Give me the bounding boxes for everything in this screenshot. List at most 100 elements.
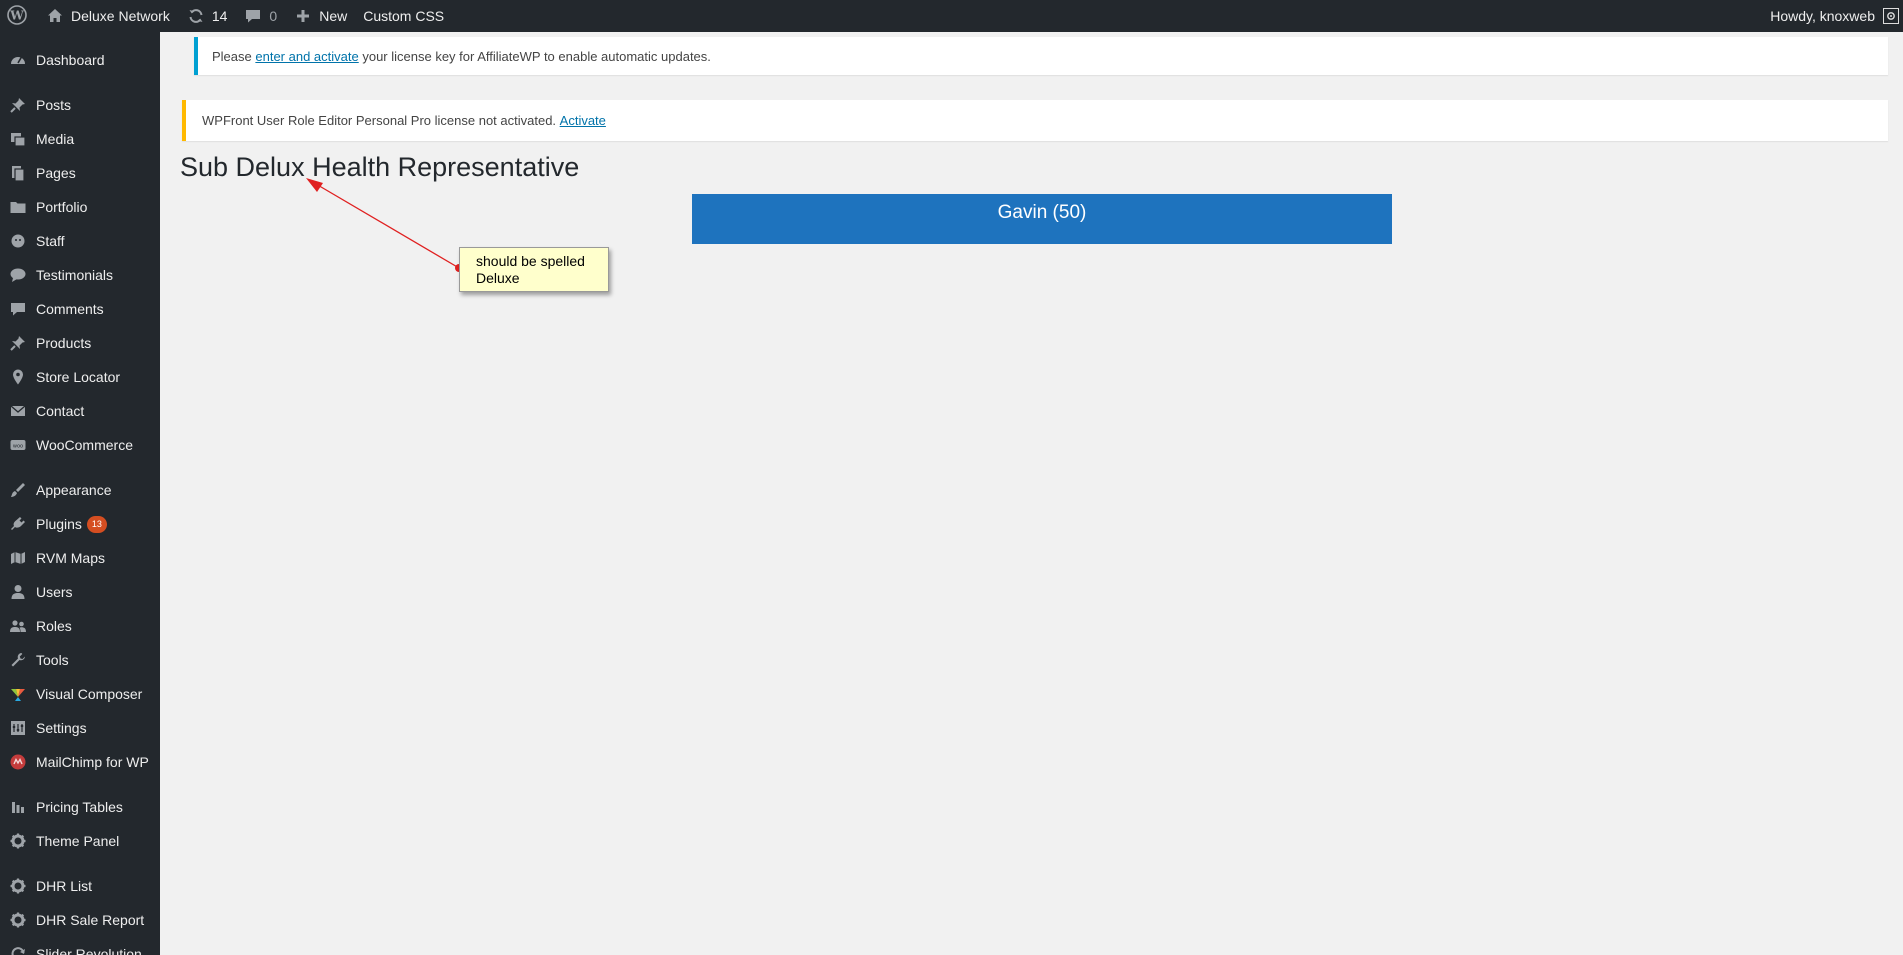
sidebar-item-label: Slider Revolution bbox=[36, 946, 142, 955]
sidebar-item-store-locator[interactable]: Store Locator bbox=[0, 360, 160, 394]
page-title: Sub Delux Health Representative bbox=[180, 152, 580, 182]
custom-css-label: Custom CSS bbox=[363, 8, 445, 24]
envelope-icon bbox=[8, 401, 28, 421]
comments-menu[interactable]: 0 bbox=[235, 0, 285, 32]
sidebar-item-pages[interactable]: Pages bbox=[0, 156, 160, 190]
sidebar-item-label: RVM Maps bbox=[36, 550, 105, 566]
sidebar-item-media[interactable]: Media bbox=[0, 122, 160, 156]
sidebar-item-dhr-sale-report[interactable]: DHR Sale Report bbox=[0, 903, 160, 937]
admin-bar: W Deluxe Network 14 0 New Custom CSS How… bbox=[0, 0, 1903, 32]
annotation-note: should be spelled Deluxe bbox=[459, 247, 609, 292]
refresh-icon bbox=[8, 944, 28, 955]
howdy-label: Howdy, knoxweb bbox=[1770, 8, 1875, 24]
sidebar-item-label: Tools bbox=[36, 652, 69, 668]
sidebar-item-label: Store Locator bbox=[36, 369, 121, 385]
mailchimp-icon bbox=[8, 752, 28, 772]
sidebar-item-label: Contact bbox=[36, 403, 85, 419]
sidebar-item-visual-composer[interactable]: Visual Composer bbox=[0, 677, 160, 711]
sidebar-item-pricing-tables[interactable]: Pricing Tables bbox=[0, 790, 160, 824]
sidebar-item-slider-revolution[interactable]: Slider Revolution bbox=[0, 937, 160, 955]
sidebar-item-woocommerce[interactable]: woo WooCommerce bbox=[0, 428, 160, 462]
sidebar-item-users[interactable]: Users bbox=[0, 575, 160, 609]
gear-icon bbox=[8, 831, 28, 851]
comment-icon bbox=[8, 299, 28, 319]
sidebar-item-rvm-maps[interactable]: RVM Maps bbox=[0, 541, 160, 575]
updates-count: 14 bbox=[211, 8, 228, 24]
media-icon bbox=[8, 129, 28, 149]
my-account-menu[interactable]: Howdy, knoxweb bbox=[1762, 0, 1903, 32]
group-icon bbox=[8, 616, 28, 636]
annotation-text: should be spelled Deluxe bbox=[476, 253, 585, 286]
sidebar-item-comments[interactable]: Comments bbox=[0, 292, 160, 326]
sidebar-item-contact[interactable]: Contact bbox=[0, 394, 160, 428]
sidebar-item-label: Portfolio bbox=[36, 199, 88, 215]
wordpress-logo-menu[interactable]: W bbox=[0, 0, 37, 32]
representative-bar: Gavin (50) bbox=[692, 194, 1392, 244]
representative-label: Gavin (50) bbox=[997, 202, 1087, 223]
new-content-menu[interactable]: New bbox=[285, 0, 355, 32]
sidebar-item-label: Staff bbox=[36, 233, 65, 249]
sidebar-item-dashboard[interactable]: Dashboard bbox=[0, 43, 160, 77]
folder-icon bbox=[8, 197, 28, 217]
sidebar-item-label: Testimonials bbox=[36, 267, 114, 283]
enter-and-activate-link[interactable]: enter and activate bbox=[255, 49, 358, 64]
plugin-icon bbox=[8, 514, 28, 534]
dashboard-icon bbox=[8, 50, 28, 70]
gear-icon bbox=[8, 910, 28, 930]
updates-icon bbox=[186, 6, 206, 26]
comments-count: 0 bbox=[269, 8, 278, 24]
bar-chart-icon bbox=[8, 797, 28, 817]
site-name-label: Deluxe Network bbox=[71, 8, 170, 24]
speech-bubbles-icon bbox=[8, 265, 28, 285]
sidebar-item-portfolio[interactable]: Portfolio bbox=[0, 190, 160, 224]
sidebar-item-appearance[interactable]: Appearance bbox=[0, 473, 160, 507]
affiliatewp-license-notice: Please enter and activate your license k… bbox=[194, 37, 1888, 75]
sidebar-item-theme-panel[interactable]: Theme Panel bbox=[0, 824, 160, 858]
sidebar-item-dhr-list[interactable]: DHR List bbox=[0, 869, 160, 903]
notice-suffix: your license key for AffiliateWP to enab… bbox=[358, 48, 711, 64]
notice-text: WPFront User Role Editor Personal Pro li… bbox=[202, 113, 560, 128]
sidebar-item-label: Plugins bbox=[36, 516, 82, 532]
sidebar-item-label: DHR Sale Report bbox=[36, 912, 145, 928]
sidebar-item-settings[interactable]: Settings bbox=[0, 711, 160, 745]
pin-icon bbox=[8, 95, 28, 115]
sidebar-item-testimonials[interactable]: Testimonials bbox=[0, 258, 160, 292]
sidebar-item-products[interactable]: Products bbox=[0, 326, 160, 360]
admin-sidebar-menu: Dashboard Posts Media Pages Portfolio St… bbox=[0, 32, 160, 955]
sidebar-item-label: Products bbox=[36, 335, 92, 351]
location-pin-icon bbox=[8, 367, 28, 387]
updates-menu[interactable]: 14 bbox=[178, 0, 236, 32]
sidebar-item-mailchimp[interactable]: MailChimp for WP bbox=[0, 745, 160, 779]
pin-icon bbox=[8, 333, 28, 353]
sidebar-item-roles[interactable]: Roles bbox=[0, 609, 160, 643]
sidebar-item-label: Pages bbox=[36, 165, 76, 181]
plus-icon bbox=[293, 6, 313, 26]
sidebar-item-label: Comments bbox=[36, 301, 104, 317]
sidebar-item-plugins[interactable]: Plugins 13 bbox=[0, 507, 160, 541]
site-name-menu[interactable]: Deluxe Network bbox=[37, 0, 178, 32]
sidebar-item-label: Roles bbox=[36, 618, 72, 634]
avatar bbox=[1883, 8, 1899, 24]
sidebar-item-posts[interactable]: Posts bbox=[0, 88, 160, 122]
wrench-icon bbox=[8, 650, 28, 670]
custom-css-link[interactable]: Custom CSS bbox=[355, 0, 452, 32]
sidebar-item-tools[interactable]: Tools bbox=[0, 643, 160, 677]
comment-icon bbox=[243, 6, 263, 26]
wordpress-logo-icon: W bbox=[7, 4, 27, 28]
sidebar-item-label: MailChimp for WP bbox=[36, 754, 149, 770]
gear-icon bbox=[8, 876, 28, 896]
sidebar-item-label: Visual Composer bbox=[36, 686, 143, 702]
sidebar-item-label: WooCommerce bbox=[36, 437, 133, 453]
paintbrush-icon bbox=[8, 480, 28, 500]
sidebar-item-label: Posts bbox=[36, 97, 72, 113]
sidebar-item-staff[interactable]: Staff bbox=[0, 224, 160, 258]
main-content: Please enter and activate your license k… bbox=[160, 32, 1903, 955]
woocommerce-icon: woo bbox=[8, 435, 28, 455]
sidebar-item-label: Dashboard bbox=[36, 52, 105, 68]
wpfront-license-notice: WPFront User Role Editor Personal Pro li… bbox=[182, 100, 1888, 141]
home-icon bbox=[45, 6, 65, 26]
sidebar-item-label: Media bbox=[36, 131, 75, 147]
sidebar-item-label: Theme Panel bbox=[36, 833, 120, 849]
settings-icon bbox=[8, 718, 28, 738]
activate-link[interactable]: Activate bbox=[560, 113, 606, 128]
